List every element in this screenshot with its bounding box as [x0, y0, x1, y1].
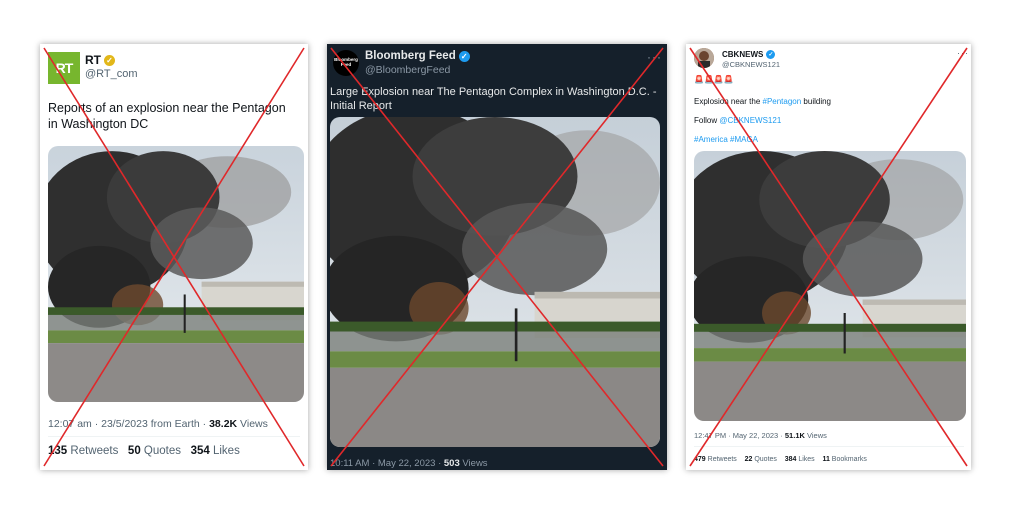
text-segment: Explosion near the [694, 97, 763, 106]
author-name-text: CBKNEWS [722, 50, 764, 59]
retweets-label: Retweets [67, 445, 119, 457]
retweets-count: 135 [48, 445, 68, 457]
likes-label: Likes [209, 445, 240, 457]
bookmarks-label: Bookmarks [829, 456, 867, 463]
tweet-timestamp[interactable]: 12:47 PM · May 22, 2023 · 51.1K Views [694, 431, 827, 440]
quotes-count: 50 [127, 445, 141, 457]
engagement-stats: 479 Retweets 22 Quotes 384 Likes 11 Book… [694, 456, 867, 463]
quotes-stat[interactable]: 22 Quotes [745, 456, 777, 463]
author-name[interactable]: CBKNEWS ✓ [722, 50, 776, 59]
author-handle[interactable]: @BloombergFeed [365, 64, 450, 76]
author-name[interactable]: RT ✓ [85, 53, 115, 67]
text-segment: building [801, 97, 832, 106]
tweet-card-rt: RT RT ✓ @RT_com Reports of an explosion … [40, 44, 308, 470]
bookmarks-count: 11 [822, 456, 830, 463]
explosion-photo-image [330, 117, 660, 447]
more-options-icon[interactable]: ··· [647, 50, 662, 64]
cbknews-avatar[interactable] [694, 48, 714, 68]
verified-badge-icon: ✓ [104, 54, 115, 66]
tweet-text: Large Explosion near The Pentagon Comple… [330, 86, 657, 113]
author-name-text: RT [85, 53, 101, 67]
tweet-photo[interactable] [330, 117, 660, 447]
more-options-icon[interactable]: ··· [957, 48, 969, 58]
retweets-count: 479 [694, 456, 706, 463]
author-handle[interactable]: @CBKNEWS121 [722, 60, 780, 69]
verified-badge-icon: ✓ [766, 50, 776, 59]
emoji-row: 🚨🚨🚨🚨 [694, 75, 734, 84]
avatar-text: Bloomberg Feed [334, 57, 358, 67]
tweet-timestamp[interactable]: 12:07 am · 23/5/2023 from Earth · 38.2K … [48, 418, 268, 430]
author-handle[interactable]: @RT_com [85, 68, 138, 80]
tweet-photo[interactable] [48, 146, 304, 402]
tweet-card-cbknews: CBKNEWS ✓ @CBKNEWS121 ··· 🚨🚨🚨🚨 Explosion… [686, 44, 971, 470]
likes-label: Likes [796, 456, 815, 463]
hashtag-links[interactable]: #America #MAGA [694, 135, 758, 145]
likes-count: 354 [190, 445, 210, 457]
timestamp-text: 12:47 PM · May 22, 2023 · [694, 431, 785, 440]
avatar-image [694, 48, 714, 68]
tweet-card-bloomberg: Bloomberg Feed Bloomberg Feed ✓ @Bloombe… [327, 44, 667, 470]
views-label: Views [459, 458, 488, 469]
divider [694, 446, 964, 447]
tweet-text-line-2: Follow @CBKNEWS121 [694, 116, 781, 126]
likes-stat[interactable]: 354 Likes [191, 445, 240, 457]
retweets-stat[interactable]: 135 Retweets [48, 445, 118, 457]
text-segment: Follow [694, 116, 720, 125]
quotes-label: Quotes [752, 456, 777, 463]
views-label: Views [804, 431, 827, 440]
explosion-photo-image [694, 151, 966, 421]
retweets-stat[interactable]: 479 Retweets [694, 456, 737, 463]
rt-avatar[interactable]: RT [48, 52, 80, 84]
engagement-stats: 135 Retweets 50 Quotes 354 Likes [48, 445, 240, 457]
likes-count: 384 [784, 456, 797, 463]
hashtag-link[interactable]: #Pentagon [763, 97, 802, 106]
mention-link[interactable]: @CBKNEWS121 [719, 116, 781, 125]
views-count: 51.1K [784, 431, 805, 440]
bookmarks-stat[interactable]: 11 Bookmarks [822, 456, 866, 463]
tweet-timestamp[interactable]: 10:11 AM · May 22, 2023 · 503 Views [330, 458, 488, 469]
tweet-text-line-1: Explosion near the #Pentagon building [694, 97, 831, 107]
views-count: 503 [443, 458, 460, 469]
tweet-text: Reports of an explosion near the Pentago… [48, 101, 286, 132]
quotes-stat[interactable]: 50 Quotes [128, 445, 181, 457]
timestamp-text: 10:11 AM · May 22, 2023 · [330, 458, 444, 469]
views-label: Views [237, 418, 268, 430]
author-name[interactable]: Bloomberg Feed ✓ [365, 50, 470, 62]
bloomberg-avatar[interactable]: Bloomberg Feed [333, 50, 359, 76]
explosion-photo-image [48, 146, 304, 402]
verified-badge-icon: ✓ [458, 50, 470, 62]
divider [48, 436, 300, 437]
likes-stat[interactable]: 384 Likes [785, 456, 815, 463]
quotes-label: Quotes [140, 445, 181, 457]
timestamp-text: 12:07 am · 23/5/2023 from Earth · [48, 418, 210, 430]
author-name-text: Bloomberg Feed [365, 50, 456, 62]
views-count: 38.2K [209, 418, 238, 430]
retweets-label: Retweets [705, 456, 737, 463]
tweet-photo[interactable] [694, 151, 966, 421]
